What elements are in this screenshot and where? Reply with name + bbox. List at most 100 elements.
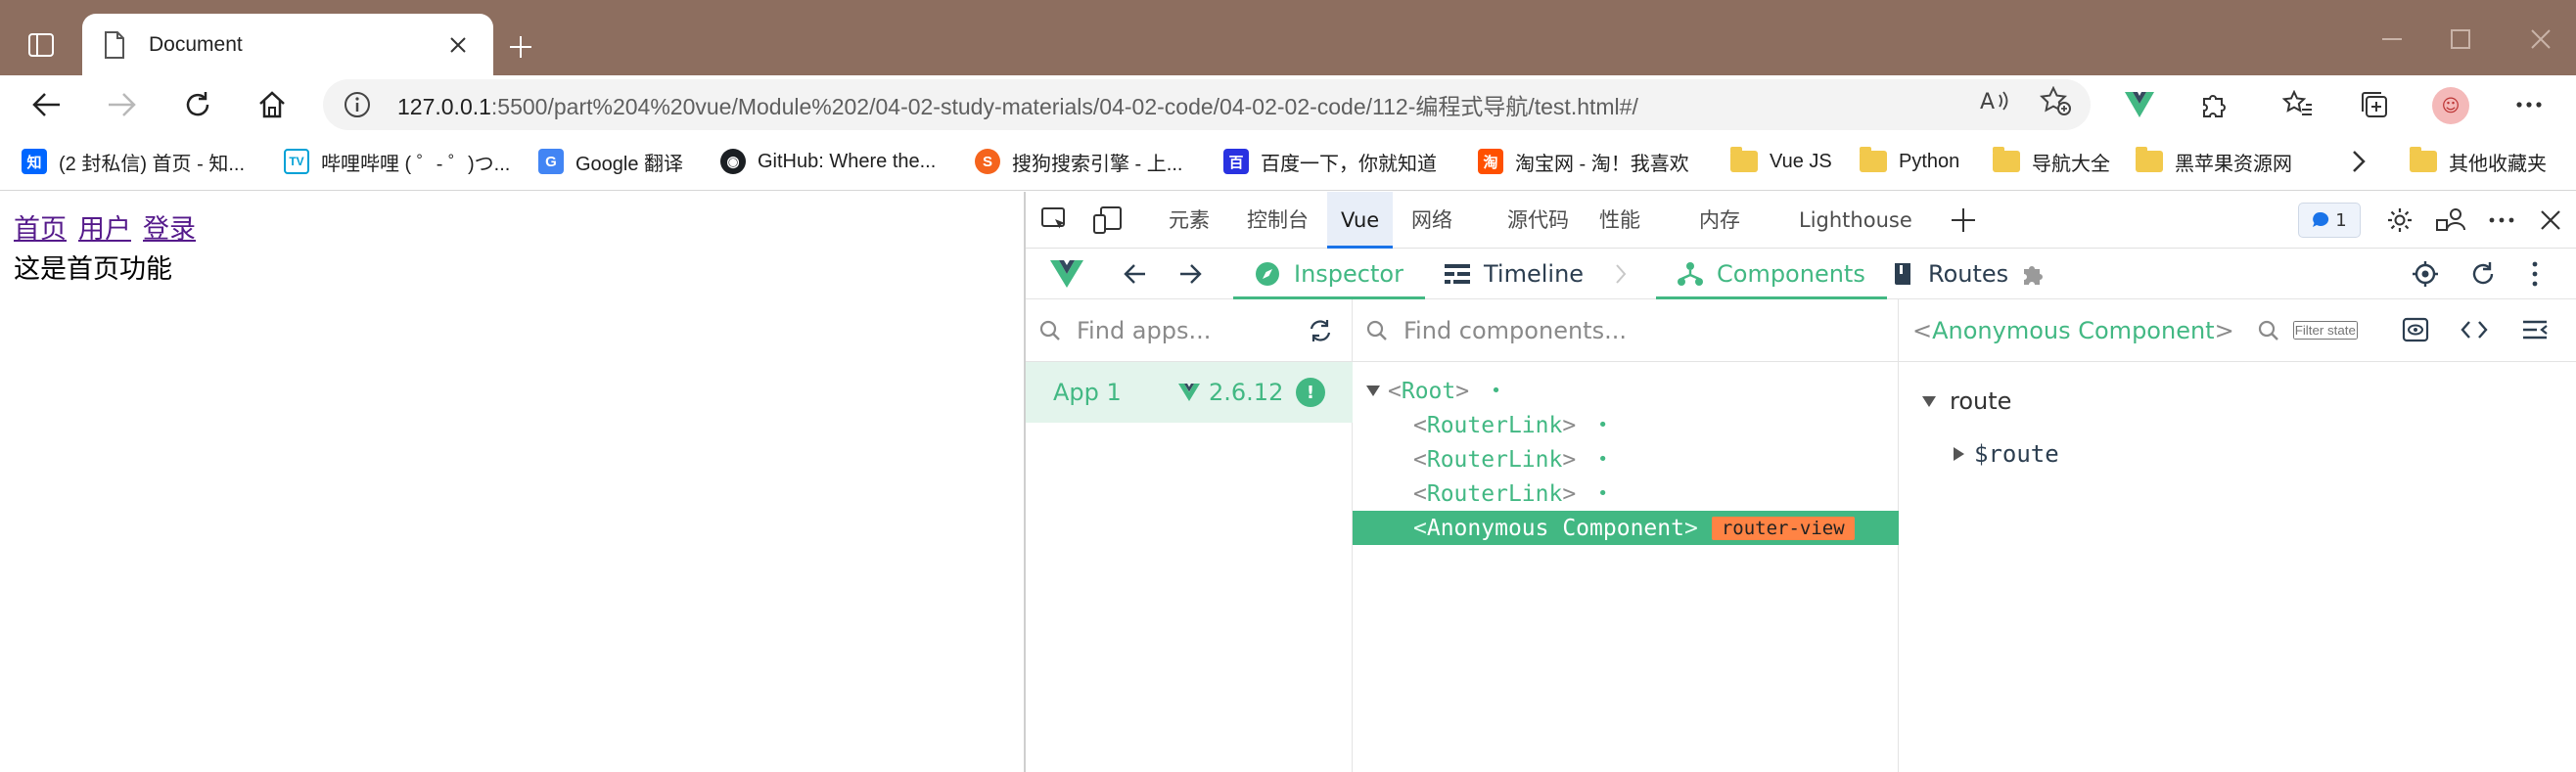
devtools-tab-console[interactable]: 控制台 <box>1243 192 1312 249</box>
read-aloud-button[interactable]: A <box>1975 81 2014 120</box>
tree-node-selected[interactable]: < Anonymous Component > router-view <box>1353 511 1899 545</box>
apps-search-input[interactable] <box>1077 316 1272 344</box>
devtools-tab-lighthouse[interactable]: Lighthouse <box>1795 192 1916 249</box>
tree-node-routerlink[interactable]: < RouterLink > • <box>1353 442 1899 477</box>
issues-badge[interactable]: 1 <box>2298 203 2361 238</box>
plus-icon <box>1952 208 1975 232</box>
baidu-icon: 百 <box>1223 149 1249 174</box>
search-icon <box>2258 320 2278 341</box>
new-tab-button[interactable] <box>499 25 542 68</box>
tab-title: Document <box>149 32 243 56</box>
bookmark-baidu[interactable]: 百百度一下，你就知道 <box>1223 144 1437 179</box>
navigation-bar: 127.0.0.1:5500/part%204%20vue/Module%202… <box>0 75 2576 134</box>
app-list-item[interactable]: App 1 2.6.12 ! <box>1026 362 1353 423</box>
bookmark-folder-nav[interactable]: 导航大全 <box>1993 144 2110 179</box>
search-icon <box>1039 320 1060 341</box>
devtools-more-button[interactable] <box>2484 204 2519 237</box>
bookmark-bilibili[interactable]: TV 哔哩哔哩 ( ゜- ゜)つ... <box>284 144 510 179</box>
inspect-dom-button[interactable] <box>2461 319 2488 346</box>
bookmarks-overflow-button[interactable] <box>2351 144 2367 179</box>
tab-close-button[interactable] <box>444 31 472 59</box>
inspect-element-button[interactable] <box>1037 204 1073 237</box>
state-filter-input[interactable] <box>2292 321 2358 340</box>
back-button[interactable] <box>25 83 69 126</box>
link-user[interactable]: 用户 <box>78 214 131 245</box>
devtools-tab-sources[interactable]: 源代码 <box>1503 192 1573 249</box>
bilibili-icon: TV <box>284 149 309 174</box>
minimize-icon <box>2382 38 2402 40</box>
browser-titlebar: Document <box>0 0 2576 75</box>
folder-icon <box>1993 147 2020 172</box>
components-search-input[interactable] <box>1403 316 1795 344</box>
state-entry-route[interactable]: $route <box>1954 434 2059 474</box>
collapse-panel-button[interactable] <box>2521 319 2549 346</box>
warning-badge[interactable]: ! <box>1296 378 1325 407</box>
minimize-button[interactable] <box>2372 22 2412 57</box>
address-bar[interactable]: 127.0.0.1:5500/part%204%20vue/Module%202… <box>323 79 2091 130</box>
inspector-tab[interactable]: Inspector <box>1233 249 1425 299</box>
devtools-tab-memory[interactable]: 内存 <box>1695 192 1744 249</box>
state-section-label: route <box>1950 387 2012 415</box>
plugin-icon-button[interactable] <box>2020 249 2046 299</box>
refresh-button[interactable] <box>2470 249 2496 299</box>
bookmark-google-translate[interactable]: G Google 翻译 <box>538 144 683 179</box>
expand-triangle-icon[interactable] <box>1922 395 1936 407</box>
devtools-tab-performance[interactable]: 性能 <box>1595 192 1644 249</box>
bookmark-github[interactable]: ◉ GitHub: Where the... <box>720 144 936 179</box>
tree-node-routerlink[interactable]: < RouterLink > • <box>1353 477 1899 511</box>
customize-button[interactable] <box>2433 204 2468 237</box>
reload-button[interactable] <box>176 83 219 126</box>
tree-node-routerlink[interactable]: < RouterLink > • <box>1353 408 1899 442</box>
more-tabs-button[interactable] <box>1946 204 1981 237</box>
code-icon <box>2461 321 2488 339</box>
state-section-route[interactable]: route <box>1922 382 2011 421</box>
history-forward-button[interactable] <box>1178 249 1202 299</box>
browser-tab[interactable]: Document <box>82 14 493 75</box>
close-window-button[interactable] <box>2521 22 2560 57</box>
maximize-icon <box>2451 29 2470 49</box>
bookmark-folder-python[interactable]: Python <box>1860 144 1959 179</box>
vue-more-button[interactable] <box>2531 249 2539 299</box>
devtools-tab-elements[interactable]: 元素 <box>1165 192 1214 249</box>
arrow-left-icon <box>32 93 60 116</box>
collections-button[interactable] <box>2353 83 2396 126</box>
book-icon <box>1895 263 1910 285</box>
close-devtools-button[interactable] <box>2533 204 2568 237</box>
maximize-button[interactable] <box>2441 22 2480 57</box>
favorites-button[interactable] <box>2277 83 2320 126</box>
url-text[interactable]: 127.0.0.1:5500/part%204%20vue/Module%202… <box>397 88 1638 121</box>
scroll-to-component-button[interactable] <box>2402 317 2429 348</box>
expand-triangle-icon[interactable] <box>1366 386 1380 396</box>
collapse-triangle-icon[interactable] <box>1954 447 1964 461</box>
refresh-apps-button[interactable] <box>1308 319 1333 346</box>
devtools-settings-button[interactable] <box>2382 204 2417 237</box>
settings-menu-button[interactable] <box>2507 83 2551 126</box>
device-toolbar-button[interactable] <box>1090 204 1126 237</box>
bookmark-folder-other[interactable]: 其他收藏夹 <box>2410 144 2547 179</box>
svg-text:A: A <box>1980 90 1995 114</box>
profile-avatar[interactable]: ☺ <box>2432 87 2469 124</box>
bookmark-zhihu[interactable]: 知 (2 封私信) 首页 - 知... <box>22 144 245 179</box>
bookmark-folder-hackintosh[interactable]: 黑苹果资源网 <box>2136 144 2292 179</box>
devtools-tab-vue[interactable]: Vue <box>1327 192 1394 249</box>
tab-actions-button[interactable] <box>20 23 63 67</box>
routes-tab[interactable]: Routes <box>1893 249 2008 299</box>
tree-node-root[interactable]: < Root > • <box>1353 374 1899 408</box>
forward-button[interactable] <box>100 83 143 126</box>
link-login[interactable]: 登录 <box>143 214 196 245</box>
favorite-add-button[interactable] <box>2036 81 2075 120</box>
bookmark-folder-vuejs[interactable]: Vue JS <box>1730 144 1832 179</box>
device-icon <box>1093 206 1122 234</box>
history-back-button[interactable] <box>1124 249 1147 299</box>
vue-devtools-extension-button[interactable] <box>2118 83 2161 126</box>
timeline-tab[interactable]: Timeline <box>1445 249 1584 299</box>
components-tab[interactable]: Components <box>1656 249 1887 299</box>
bookmark-sogou[interactable]: S 搜狗搜索引擎 - 上... <box>975 144 1182 179</box>
link-home[interactable]: 首页 <box>14 214 67 245</box>
home-button[interactable] <box>251 83 294 126</box>
select-component-button[interactable] <box>2412 249 2439 299</box>
devtools-tab-network[interactable]: 网络 <box>1407 192 1456 249</box>
components-search-row <box>1353 299 1898 362</box>
bookmark-taobao[interactable]: 淘淘宝网 - 淘！我喜欢 <box>1478 144 1689 179</box>
extensions-button[interactable] <box>2192 83 2235 126</box>
